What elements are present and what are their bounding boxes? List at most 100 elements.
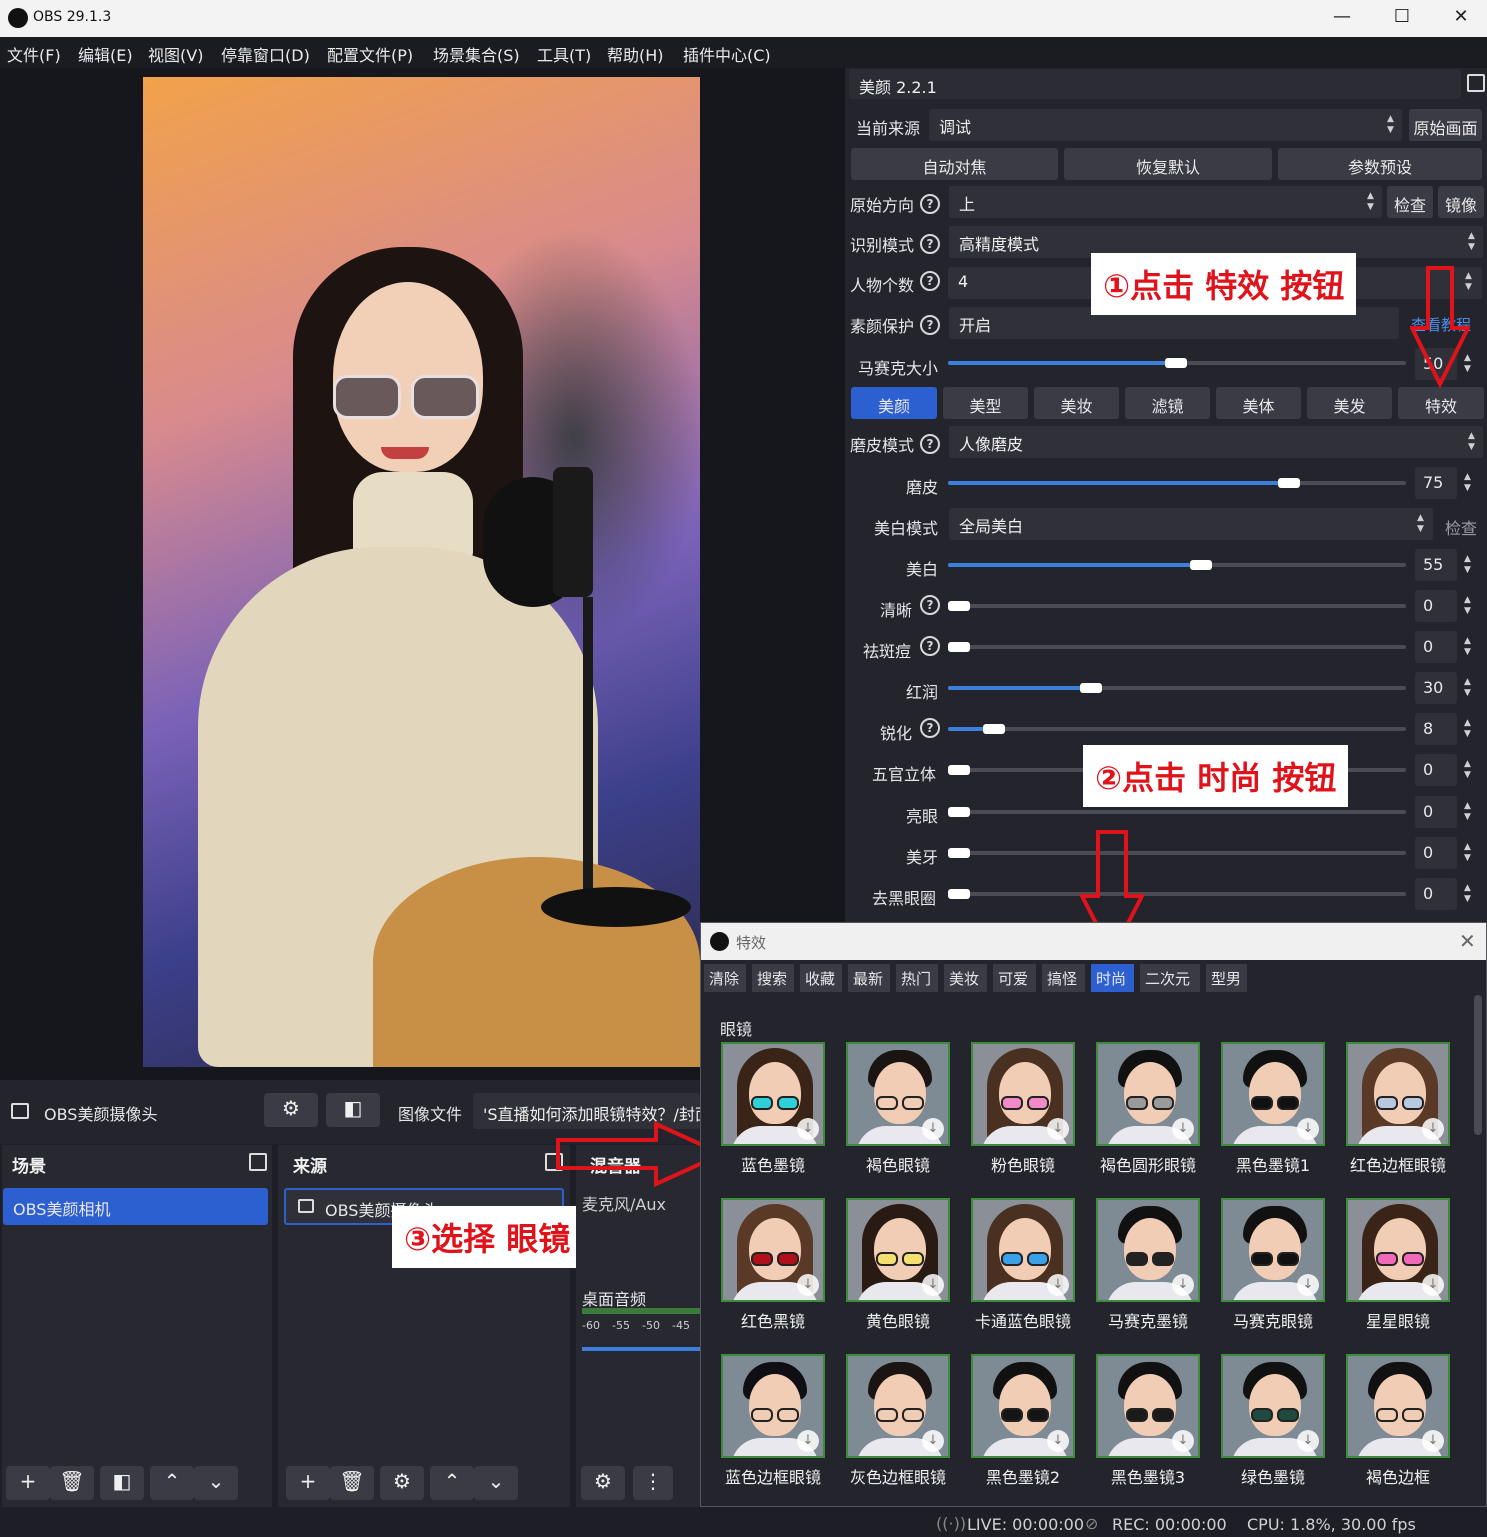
add-source-button[interactable]: + [286,1466,330,1500]
menu-edit[interactable]: 编辑(E) [78,42,133,66]
download-icon[interactable]: ↓ [922,1274,944,1296]
effect-thumbnail[interactable]: ↓ [1096,1198,1200,1302]
slider-thumb[interactable] [1190,560,1212,570]
slider-track[interactable] [948,851,1406,855]
stepper-icon[interactable]: ▲ ▼ [1461,595,1474,617]
slider-track[interactable] [948,563,1406,567]
tab-filter[interactable]: 滤镜 [1125,387,1210,419]
mosaic-slider-thumb[interactable] [1165,358,1187,368]
tab-hair[interactable]: 美发 [1307,387,1392,419]
download-icon[interactable]: ↓ [1047,1118,1069,1140]
stepper-icon[interactable]: ▲ ▼ [1461,842,1474,864]
stepper-icon[interactable]: ▲ ▼ [1461,759,1474,781]
slider-track[interactable] [948,727,1406,731]
tab-shape[interactable]: 美型 [943,387,1028,419]
effects-tab[interactable]: 收藏 [800,964,842,992]
slider-value[interactable]: 0 [1415,837,1457,869]
help-icon[interactable]: ? [920,636,940,656]
download-icon[interactable]: ↓ [1297,1274,1319,1296]
slider-value[interactable]: 8 [1415,713,1457,745]
slider-value[interactable]: 0 [1415,878,1457,910]
tab-effects[interactable]: 特效 [1398,387,1484,419]
effect-thumbnail[interactable]: ↓ [846,1354,950,1458]
check-button[interactable]: 检查 [1387,186,1433,218]
download-icon[interactable]: ↓ [1172,1430,1194,1452]
source-select[interactable]: 调试 [929,109,1402,141]
stepper-icon[interactable]: ▲ ▼ [1461,883,1474,905]
stepper-icon[interactable]: ▲ ▼ [1461,636,1474,658]
slider-thumb[interactable] [948,765,970,775]
slider-thumb[interactable] [1080,683,1102,693]
source-filters-button[interactable]: ◧ [326,1093,380,1127]
download-icon[interactable]: ↓ [1172,1274,1194,1296]
stepper-icon[interactable]: ▲ ▼ [1461,718,1474,740]
download-icon[interactable]: ↓ [1047,1274,1069,1296]
close-icon[interactable]: ✕ [1459,929,1476,953]
gear-icon[interactable]: ⚙ [380,1466,424,1500]
whiten-check-button[interactable]: 检查 [1445,515,1477,539]
volume-slider[interactable] [582,1347,700,1351]
menu-help[interactable]: 帮助(H) [607,42,664,66]
effects-tab[interactable]: 美妆 [944,964,987,992]
menu-file[interactable]: 文件(F) [7,42,61,66]
download-icon[interactable]: ↓ [922,1118,944,1140]
slider-value[interactable]: 0 [1415,631,1457,663]
menu-profile[interactable]: 配置文件(P) [327,42,413,66]
effect-thumbnail[interactable]: ↓ [1096,1354,1200,1458]
close-button[interactable]: ✕ [1441,6,1481,30]
help-icon[interactable]: ? [920,434,940,454]
whiten-mode-select[interactable]: 全局美白 [949,508,1433,540]
slider-thumb[interactable] [948,807,970,817]
move-up-button[interactable]: ⌃ [150,1466,194,1500]
effect-thumbnail[interactable]: ↓ [971,1198,1075,1302]
slider-track[interactable] [948,481,1406,485]
download-icon[interactable]: ↓ [1422,1430,1444,1452]
download-icon[interactable]: ↓ [922,1430,944,1452]
download-icon[interactable]: ↓ [1047,1430,1069,1452]
download-icon[interactable]: ↓ [1172,1118,1194,1140]
slider-value[interactable]: 30 [1415,672,1457,704]
effect-thumbnail[interactable]: ↓ [971,1042,1075,1146]
help-icon[interactable]: ? [920,718,940,738]
slider-value[interactable]: 0 [1415,796,1457,828]
move-down-button[interactable]: ⌄ [474,1466,518,1500]
effect-thumbnail[interactable]: ↓ [721,1042,825,1146]
effect-thumbnail[interactable]: ↓ [721,1198,825,1302]
help-icon[interactable]: ? [920,315,940,335]
effects-tab[interactable]: 最新 [848,964,890,992]
effect-thumbnail[interactable]: ↓ [846,1042,950,1146]
stepper-icon[interactable]: ▲ ▼ [1461,801,1474,823]
menu-scene-collection[interactable]: 场景集合(S) [433,42,520,66]
slider-value[interactable]: 0 [1415,754,1457,786]
slider-thumb[interactable] [948,642,970,652]
orientation-select[interactable]: 上 [949,186,1382,218]
minimize-button[interactable]: — [1322,6,1362,30]
effect-thumbnail[interactable]: ↓ [721,1354,825,1458]
undock-icon[interactable] [1467,74,1485,92]
effects-tab[interactable]: 清除 [704,964,746,992]
slider-thumb[interactable] [948,601,970,611]
trash-icon[interactable]: 🗑 [50,1466,94,1500]
effect-thumbnail[interactable]: ↓ [1096,1042,1200,1146]
slider-thumb[interactable] [948,889,970,899]
tab-beauty[interactable]: 美颜 [851,387,937,419]
add-scene-button[interactable]: + [6,1466,50,1500]
menu-plugin-center[interactable]: 插件中心(C) [683,42,771,66]
original-view-button[interactable]: 原始画面 [1409,109,1482,141]
download-icon[interactable]: ↓ [797,1118,819,1140]
source-settings-button[interactable]: ⚙ [264,1093,318,1127]
scrollbar[interactable] [1474,995,1482,1135]
effect-thumbnail[interactable]: ↓ [1346,1042,1450,1146]
menu-tools[interactable]: 工具(T) [537,42,591,66]
tab-body[interactable]: 美体 [1216,387,1301,419]
slider-track[interactable] [948,604,1406,608]
slider-value[interactable]: 55 [1415,549,1457,581]
slider-track[interactable] [948,686,1406,690]
stepper-icon[interactable]: ▲ ▼ [1461,677,1474,699]
effect-thumbnail[interactable]: ↓ [1221,1042,1325,1146]
move-down-button[interactable]: ⌄ [194,1466,238,1500]
stepper-icon[interactable]: ▲ ▼ [1461,472,1474,494]
download-icon[interactable]: ↓ [1297,1430,1319,1452]
param-preset-button[interactable]: 参数预设 [1278,148,1482,180]
gear-icon[interactable]: ⚙ [581,1466,625,1500]
